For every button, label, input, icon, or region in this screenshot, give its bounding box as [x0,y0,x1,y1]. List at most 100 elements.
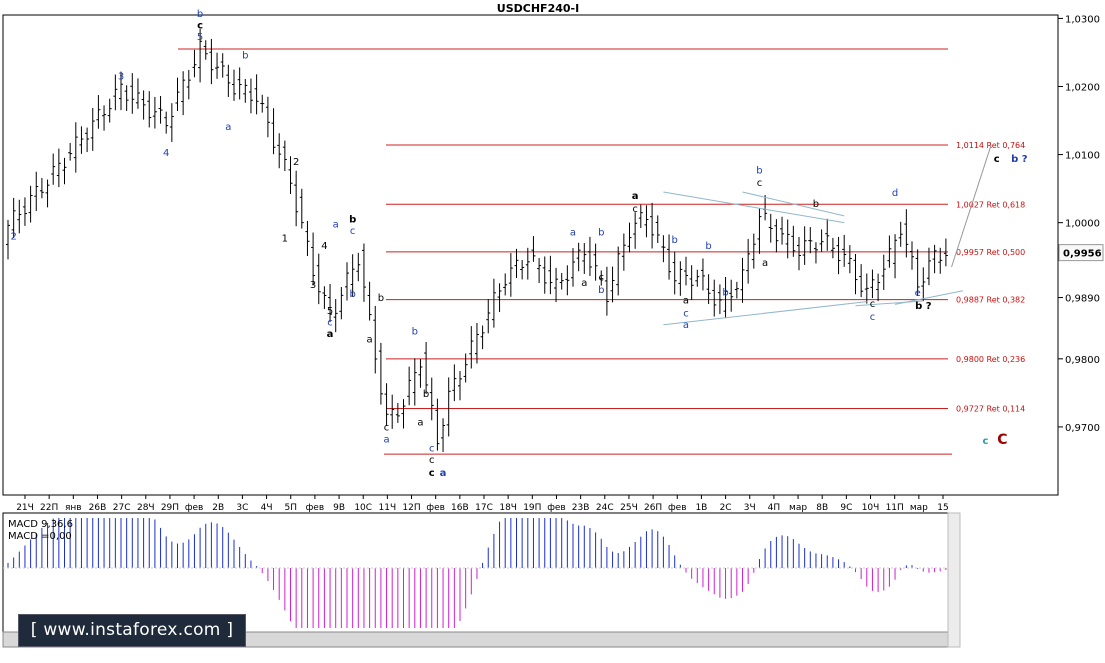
y-tick-label: 0,9890 [1065,294,1100,305]
x-tick-label: мар [789,503,807,513]
wave-label: a [225,122,231,133]
wave-label: b ? [1011,154,1028,165]
wave-label: 3 [118,72,124,83]
x-tick-label: 16В [451,503,469,513]
wave-label: c [599,273,605,284]
wave-label: d [892,188,898,199]
x-tick-label: 9С [840,503,852,513]
wave-label: b [705,241,711,252]
watermark: [ www.instaforex.com ] [18,614,246,647]
wave-label: a [683,320,689,331]
x-tick-label: 10С [354,503,372,513]
wave-label: 5 [327,306,333,317]
wave-label: 2 [293,157,299,168]
wave-label: C [997,432,1007,448]
wave-label: 5 [197,32,203,43]
plot-frame [2,14,1059,496]
wave-label: c [870,312,876,323]
y-tick-label: 1,0300 [1065,14,1100,25]
x-tick-label: 27С [113,503,131,513]
wave-label: a [632,191,639,202]
x-tick-label: 23В [572,503,590,513]
x-tick-label: 28Ч [137,503,155,513]
fib-label: 0,9887 Ret 0,382 [956,296,1025,305]
wave-label: c [632,204,638,215]
wave-label: c [350,226,356,237]
macd-scrollbar [947,512,961,648]
wave-label: b [412,326,418,337]
y-tick-label: 1,0200 [1065,82,1100,93]
wave-label: a [440,468,447,479]
x-tick-label: 26В [89,503,107,513]
wave-label: c [384,422,390,433]
x-tick-label: фев [426,503,445,513]
wave-label: 3 [310,280,316,291]
x-tick-label: 1В [695,503,707,513]
macd-label: MACD 9,36,6 [8,519,73,530]
x-tick-label: 3С [236,503,248,513]
wave-label: 4 [321,241,327,252]
wave-label: b [598,285,604,296]
wave-label: c [429,455,435,466]
x-tick-label: 2С [720,503,732,513]
x-tick-label: 25Ч [620,503,638,513]
wave-label: e [915,288,921,299]
y-tick-label: 1,0100 [1065,151,1100,162]
wave-label: a [333,219,339,230]
fib-label: 0,9800 Ret 0,236 [956,355,1025,364]
wave-label: b [378,293,384,304]
x-tick-label: 24С [596,503,614,513]
wave-label: a [367,334,373,345]
x-tick-label: 12П [402,503,420,513]
wave-label: c [757,178,763,189]
wave-label: 1 [282,234,288,245]
wave-label: c [683,309,689,320]
wave-label: a [581,278,587,289]
x-tick-label: 21Ч [16,503,34,513]
wave-label: c [429,468,435,479]
x-tick-label: фев [668,503,687,513]
x-tick-label: 8В [816,503,828,513]
chart-title: USDCHF240-I [497,2,579,15]
x-tick-label: 26П [644,503,662,513]
x-tick-label: фев [547,503,566,513]
wave-label: a [762,258,768,269]
x-tick-label: мар [910,503,928,513]
wave-label: a [683,296,689,307]
x-tick-label: фев [306,503,325,513]
wave-label: a [327,329,334,340]
x-tick-label: 29П [161,503,179,513]
fib-label: 0,9727 Ret 0,114 [956,405,1025,414]
x-tick-label: 22П [40,503,58,513]
wave-label: b [242,51,248,62]
macd-value-label: MACD =0,00 [8,531,72,542]
wave-label: c [982,436,988,447]
x-tick-label: 9В [333,503,345,513]
x-tick-label: 19П [523,503,541,513]
wave-label: b [197,9,203,20]
x-tick-label: 2В [212,503,224,513]
wave-label: b [756,166,762,177]
price-chart: USDCHF240-I 0,9700 0,9800 0,9890 1,0000 1,010… [2,2,1104,648]
wave-label: c [197,21,203,32]
y-tick-label: 0,9800 [1065,355,1100,366]
x-tick-label: 17С [475,503,493,513]
wave-label: b [349,289,355,300]
x-tick-label: фев [185,503,204,513]
fib-label: 0,9957 Ret 0,500 [956,248,1025,257]
y-tick-label: 1,0000 [1065,219,1100,230]
wave-label: 2 [10,232,16,243]
wave-label: c [429,443,435,454]
wave-label: a [383,435,389,446]
wave-label: 4 [163,148,169,159]
current-price-label: 0,9956 [1063,249,1102,260]
wave-label: b [423,389,429,400]
wave-label: b [722,288,728,299]
x-tick-label: 10Ч [862,503,880,513]
x-tick-label: 11Ч [379,503,397,513]
wave-label: b [813,199,819,210]
wave-label: a [417,418,423,429]
x-tick-label: 15 [937,503,948,513]
wave-label: a [570,228,576,239]
x-tick-label: 4П [768,503,781,513]
